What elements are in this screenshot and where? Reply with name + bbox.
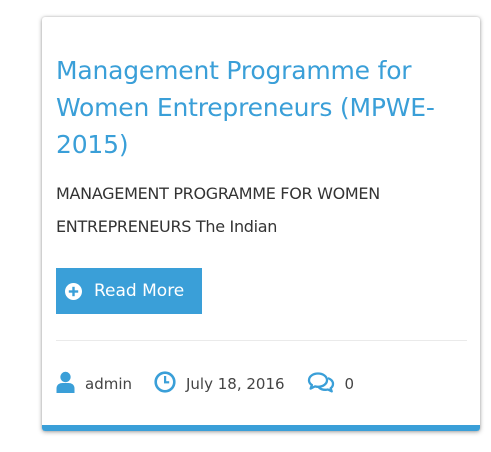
meta-author: admin: [56, 371, 132, 397]
user-icon: [56, 371, 75, 397]
post-excerpt: MANAGEMENT PROGRAMME FOR WOMEN ENTREPREN…: [56, 184, 380, 236]
post-meta: admin July 18, 2016 0: [56, 369, 376, 399]
author-link[interactable]: admin: [85, 375, 132, 393]
post-title[interactable]: Management Programme for Women Entrepren…: [56, 52, 466, 163]
comments-icon: [307, 371, 335, 397]
date-link[interactable]: July 18, 2016: [186, 375, 285, 393]
meta-date: July 18, 2016: [154, 371, 285, 397]
read-more-label: Read More: [94, 281, 185, 301]
card-accent-bar: [42, 425, 480, 431]
clock-icon: [154, 371, 176, 397]
post-card: Management Programme for Women Entrepren…: [42, 17, 480, 431]
comments-count[interactable]: 0: [345, 375, 355, 393]
plus-circle-icon: [65, 282, 82, 300]
meta-comments: 0: [307, 371, 355, 397]
read-more-button[interactable]: Read More: [56, 268, 202, 314]
meta-divider: [56, 340, 467, 341]
